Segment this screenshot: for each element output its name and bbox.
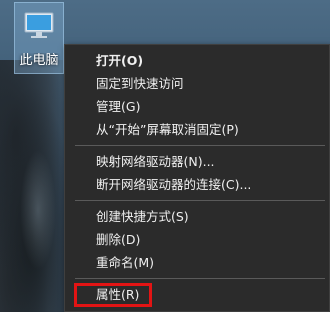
menu-item-unpin-start[interactable]: 从“开始”屏幕取消固定(P) xyxy=(65,118,329,141)
menu-item-create-shortcut[interactable]: 创建快捷方式(S) xyxy=(65,205,329,228)
desktop-icon-this-pc[interactable]: 此电脑 xyxy=(14,2,64,74)
menu-item-open[interactable]: 打开(O) xyxy=(65,49,329,72)
menu-separator xyxy=(75,200,325,201)
desktop-icon-label: 此电脑 xyxy=(19,53,59,68)
menu-item-properties[interactable]: 属性(R) xyxy=(65,283,329,307)
menu-item-pin-quick-access[interactable]: 固定到快速访问 xyxy=(65,72,329,95)
context-menu: 打开(O) 固定到快速访问 管理(G) 从“开始”屏幕取消固定(P) 映射网络驱… xyxy=(64,44,330,312)
desktop: 此电脑 打开(O) 固定到快速访问 管理(G) 从“开始”屏幕取消固定(P) 映… xyxy=(0,0,330,312)
menu-item-rename[interactable]: 重命名(M) xyxy=(65,251,329,274)
menu-item-map-network-drive[interactable]: 映射网络驱动器(N)... xyxy=(65,150,329,173)
menu-separator xyxy=(75,145,325,146)
wallpaper-highlight xyxy=(20,150,56,270)
menu-item-manage[interactable]: 管理(G) xyxy=(65,95,329,118)
menu-item-delete[interactable]: 删除(D) xyxy=(65,228,329,251)
highlight-box xyxy=(74,283,152,307)
menu-item-disconnect-network-drive[interactable]: 断开网络驱动器的连接(C)... xyxy=(65,173,329,196)
menu-separator xyxy=(75,278,325,279)
this-pc-icon xyxy=(24,12,54,38)
